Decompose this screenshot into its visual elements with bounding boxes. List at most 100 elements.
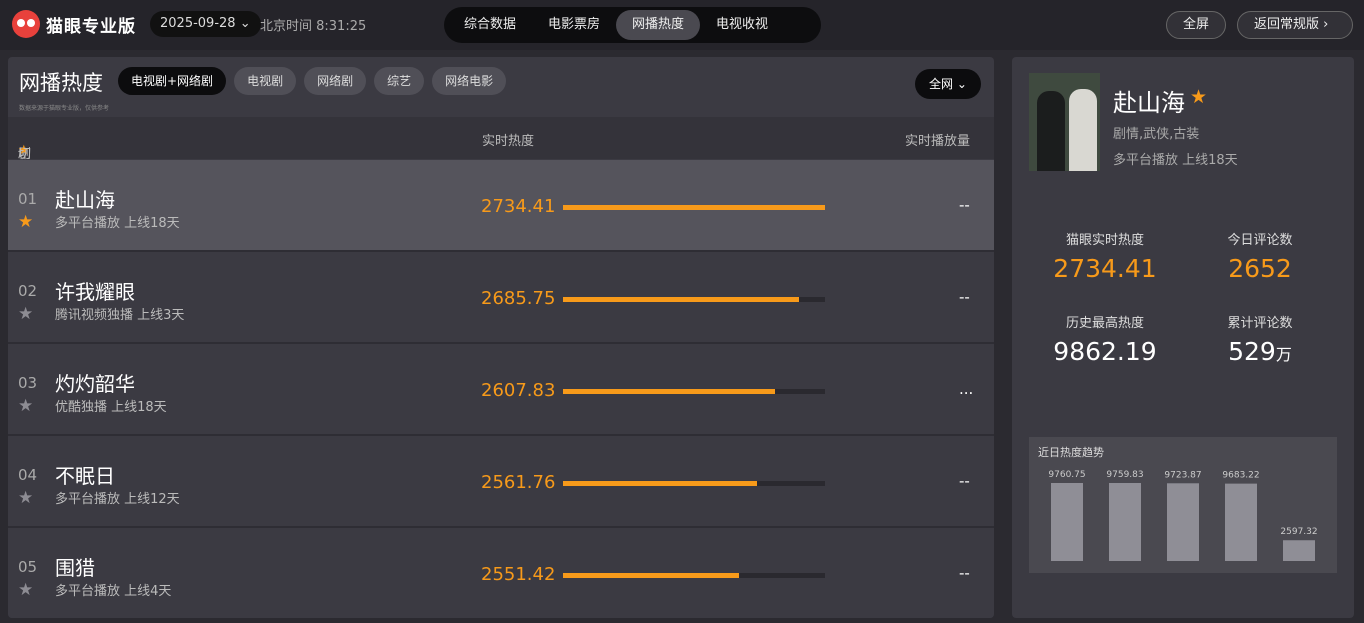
back-to-standard-button[interactable]: 返回常规版 › xyxy=(1237,11,1353,39)
detail-panel: 赴山海 ★ 剧情,武侠,古装 多平台播放 上线18天 猫眼实时热度 2734.4… xyxy=(1012,57,1354,618)
category-filters: 电视剧+网络剧 电视剧 网络剧 综艺 网络电影 xyxy=(118,67,507,95)
data-source-note: 数据来源于猫眼专业版，仅供参考 xyxy=(19,105,110,112)
stat-value-wrapper: 529万 xyxy=(1185,337,1335,366)
trend-bar xyxy=(1283,540,1315,561)
stat-total-comments: 累计评论数 529万 xyxy=(1185,312,1335,366)
chevron-down-icon: ⌄ xyxy=(956,77,967,91)
cat-logo-icon xyxy=(12,10,40,38)
trend-value-label: 9723.87 xyxy=(1164,470,1201,480)
show-meta: 多平台播放 上线18天 xyxy=(55,216,180,231)
show-title: 赴山海 xyxy=(55,188,115,212)
filter-tv[interactable]: 电视剧 xyxy=(234,67,297,95)
filter-tv-and-web[interactable]: 电视剧+网络剧 xyxy=(118,67,227,95)
stat-live-heat: 猫眼实时热度 2734.41 xyxy=(1030,229,1180,283)
table-row[interactable]: 02 ★ 许我耀眼 腾讯视频独播 上线3天 2685.75 -- xyxy=(8,252,994,344)
star-icon[interactable]: ★ xyxy=(18,488,33,508)
plays-value: ... xyxy=(959,380,974,398)
heat-bar xyxy=(563,297,825,302)
table-row[interactable]: 01 ★ 赴山海 多平台播放 上线18天 2734.41 -- xyxy=(8,160,994,252)
back-label: 返回常规版 xyxy=(1254,17,1320,32)
tab-web-heat[interactable]: 网播热度 xyxy=(616,10,701,40)
star-icon: ★ xyxy=(1190,86,1208,108)
stat-label: 今日评论数 xyxy=(1227,233,1293,248)
scope-value: 全网 xyxy=(929,77,954,91)
column-heat: 实时热度 xyxy=(482,134,535,149)
table-row[interactable]: 03 ★ 灼灼韶华 优酷独播 上线18天 2607.83 ... xyxy=(8,344,994,436)
table-header: 剧集(点击 ★ 切换右侧展示) 实时热度 实时播放量 xyxy=(8,117,994,257)
heat-trend-chart: 9760.75 9759.83 9723.87 9683.22 2597.32 近日热度… xyxy=(1029,437,1337,573)
trend-value-label: 9759.83 xyxy=(1106,470,1143,480)
rank: 03 xyxy=(18,374,38,392)
table-row[interactable]: 04 ★ 不眠日 多平台播放 上线12天 2561.76 -- xyxy=(8,436,994,528)
trend-bar xyxy=(1225,483,1257,561)
show-meta: 优酷独播 上线18天 xyxy=(55,400,167,415)
star-icon[interactable]: ★ xyxy=(18,396,33,416)
plays-value: -- xyxy=(959,196,970,214)
rank: 01 xyxy=(18,190,38,208)
heat-bar-fill xyxy=(563,389,776,394)
star-icon[interactable]: ★ xyxy=(18,580,33,600)
heat-bar-fill xyxy=(563,481,757,486)
heat-value: 2561.76 xyxy=(481,472,556,493)
heat-value: 2551.42 xyxy=(481,564,556,585)
logo[interactable]: 猫眼专业版 xyxy=(12,10,136,38)
trend-value-label: 9760.75 xyxy=(1048,470,1085,480)
rank: 02 xyxy=(18,282,38,300)
chevron-down-icon: ⌄ xyxy=(239,16,251,31)
star-icon[interactable]: ★ xyxy=(18,304,33,324)
top-bar: 猫眼专业版 2025-09-28 ⌄ 北京时间 8:31:25 综合数据 电影票… xyxy=(0,0,1364,50)
detail-meta: 多平台播放 上线18天 xyxy=(1113,153,1238,168)
show-meta: 多平台播放 上线12天 xyxy=(55,492,180,507)
star-icon[interactable]: ★ xyxy=(18,212,33,232)
filter-variety[interactable]: 综艺 xyxy=(374,67,425,95)
tab-overview[interactable]: 综合数据 xyxy=(448,10,532,40)
heat-bar xyxy=(563,389,825,394)
table-row[interactable]: 05 ★ 围猎 多平台播放 上线4天 2551.42 -- xyxy=(8,528,994,618)
stat-value: 2652 xyxy=(1228,254,1292,283)
trend-bar xyxy=(1051,483,1083,561)
show-title: 灼灼韶华 xyxy=(55,372,135,396)
heat-bar-fill xyxy=(563,205,825,210)
stat-label: 历史最高热度 xyxy=(1065,316,1144,331)
heat-value: 2607.83 xyxy=(481,380,556,401)
tab-tv-ratings[interactable]: 电视收视 xyxy=(700,10,784,40)
plays-value: -- xyxy=(959,564,970,582)
stat-label: 累计评论数 xyxy=(1227,316,1293,331)
tab-box-office[interactable]: 电影票房 xyxy=(532,10,616,40)
date-picker[interactable]: 2025-09-28 ⌄ xyxy=(150,11,261,37)
logo-text: 猫眼专业版 xyxy=(46,16,136,37)
heat-bar xyxy=(563,573,825,578)
stat-value: 2734.41 xyxy=(1053,254,1157,283)
chevron-right-icon: › xyxy=(1323,17,1329,32)
fullscreen-button[interactable]: 全屏 xyxy=(1166,11,1227,39)
heat-value: 2734.41 xyxy=(481,196,556,217)
scope-dropdown[interactable]: 全网 ⌄ xyxy=(915,69,981,99)
column-plays: 实时播放量 xyxy=(905,134,971,149)
show-title: 围猎 xyxy=(55,556,95,580)
heat-bar xyxy=(563,205,825,210)
date-value: 2025-09-28 xyxy=(160,16,236,31)
filter-web-series[interactable]: 网络剧 xyxy=(304,67,367,95)
trend-bar xyxy=(1109,483,1141,561)
heat-bar xyxy=(563,481,825,486)
stat-value: 9862.19 xyxy=(1053,337,1157,366)
show-poster xyxy=(1029,73,1100,171)
panel-title: 网播热度 xyxy=(19,71,103,95)
detail-title: 赴山海 xyxy=(1113,89,1185,117)
heat-bar-fill xyxy=(563,573,739,578)
filter-web-movie[interactable]: 网络电影 xyxy=(432,67,507,95)
ranking-list: 01 ★ 赴山海 多平台播放 上线18天 2734.41 -- 02 ★ 许我耀… xyxy=(8,160,994,618)
trend-title: 近日热度趋势 xyxy=(1038,446,1104,459)
heat-value: 2685.75 xyxy=(481,288,556,309)
show-meta: 多平台播放 上线4天 xyxy=(55,584,172,599)
rank: 04 xyxy=(18,466,38,484)
stat-peak-heat: 历史最高热度 9862.19 xyxy=(1030,312,1180,366)
show-title: 不眠日 xyxy=(55,464,115,488)
plays-value: -- xyxy=(959,288,970,306)
stat-label: 猫眼实时热度 xyxy=(1065,233,1144,248)
heat-bar-fill xyxy=(563,297,799,302)
plays-value: -- xyxy=(959,472,970,490)
trend-value-label: 2597.32 xyxy=(1280,527,1317,537)
rank: 05 xyxy=(18,558,38,576)
stat-value: 529 xyxy=(1228,337,1276,366)
